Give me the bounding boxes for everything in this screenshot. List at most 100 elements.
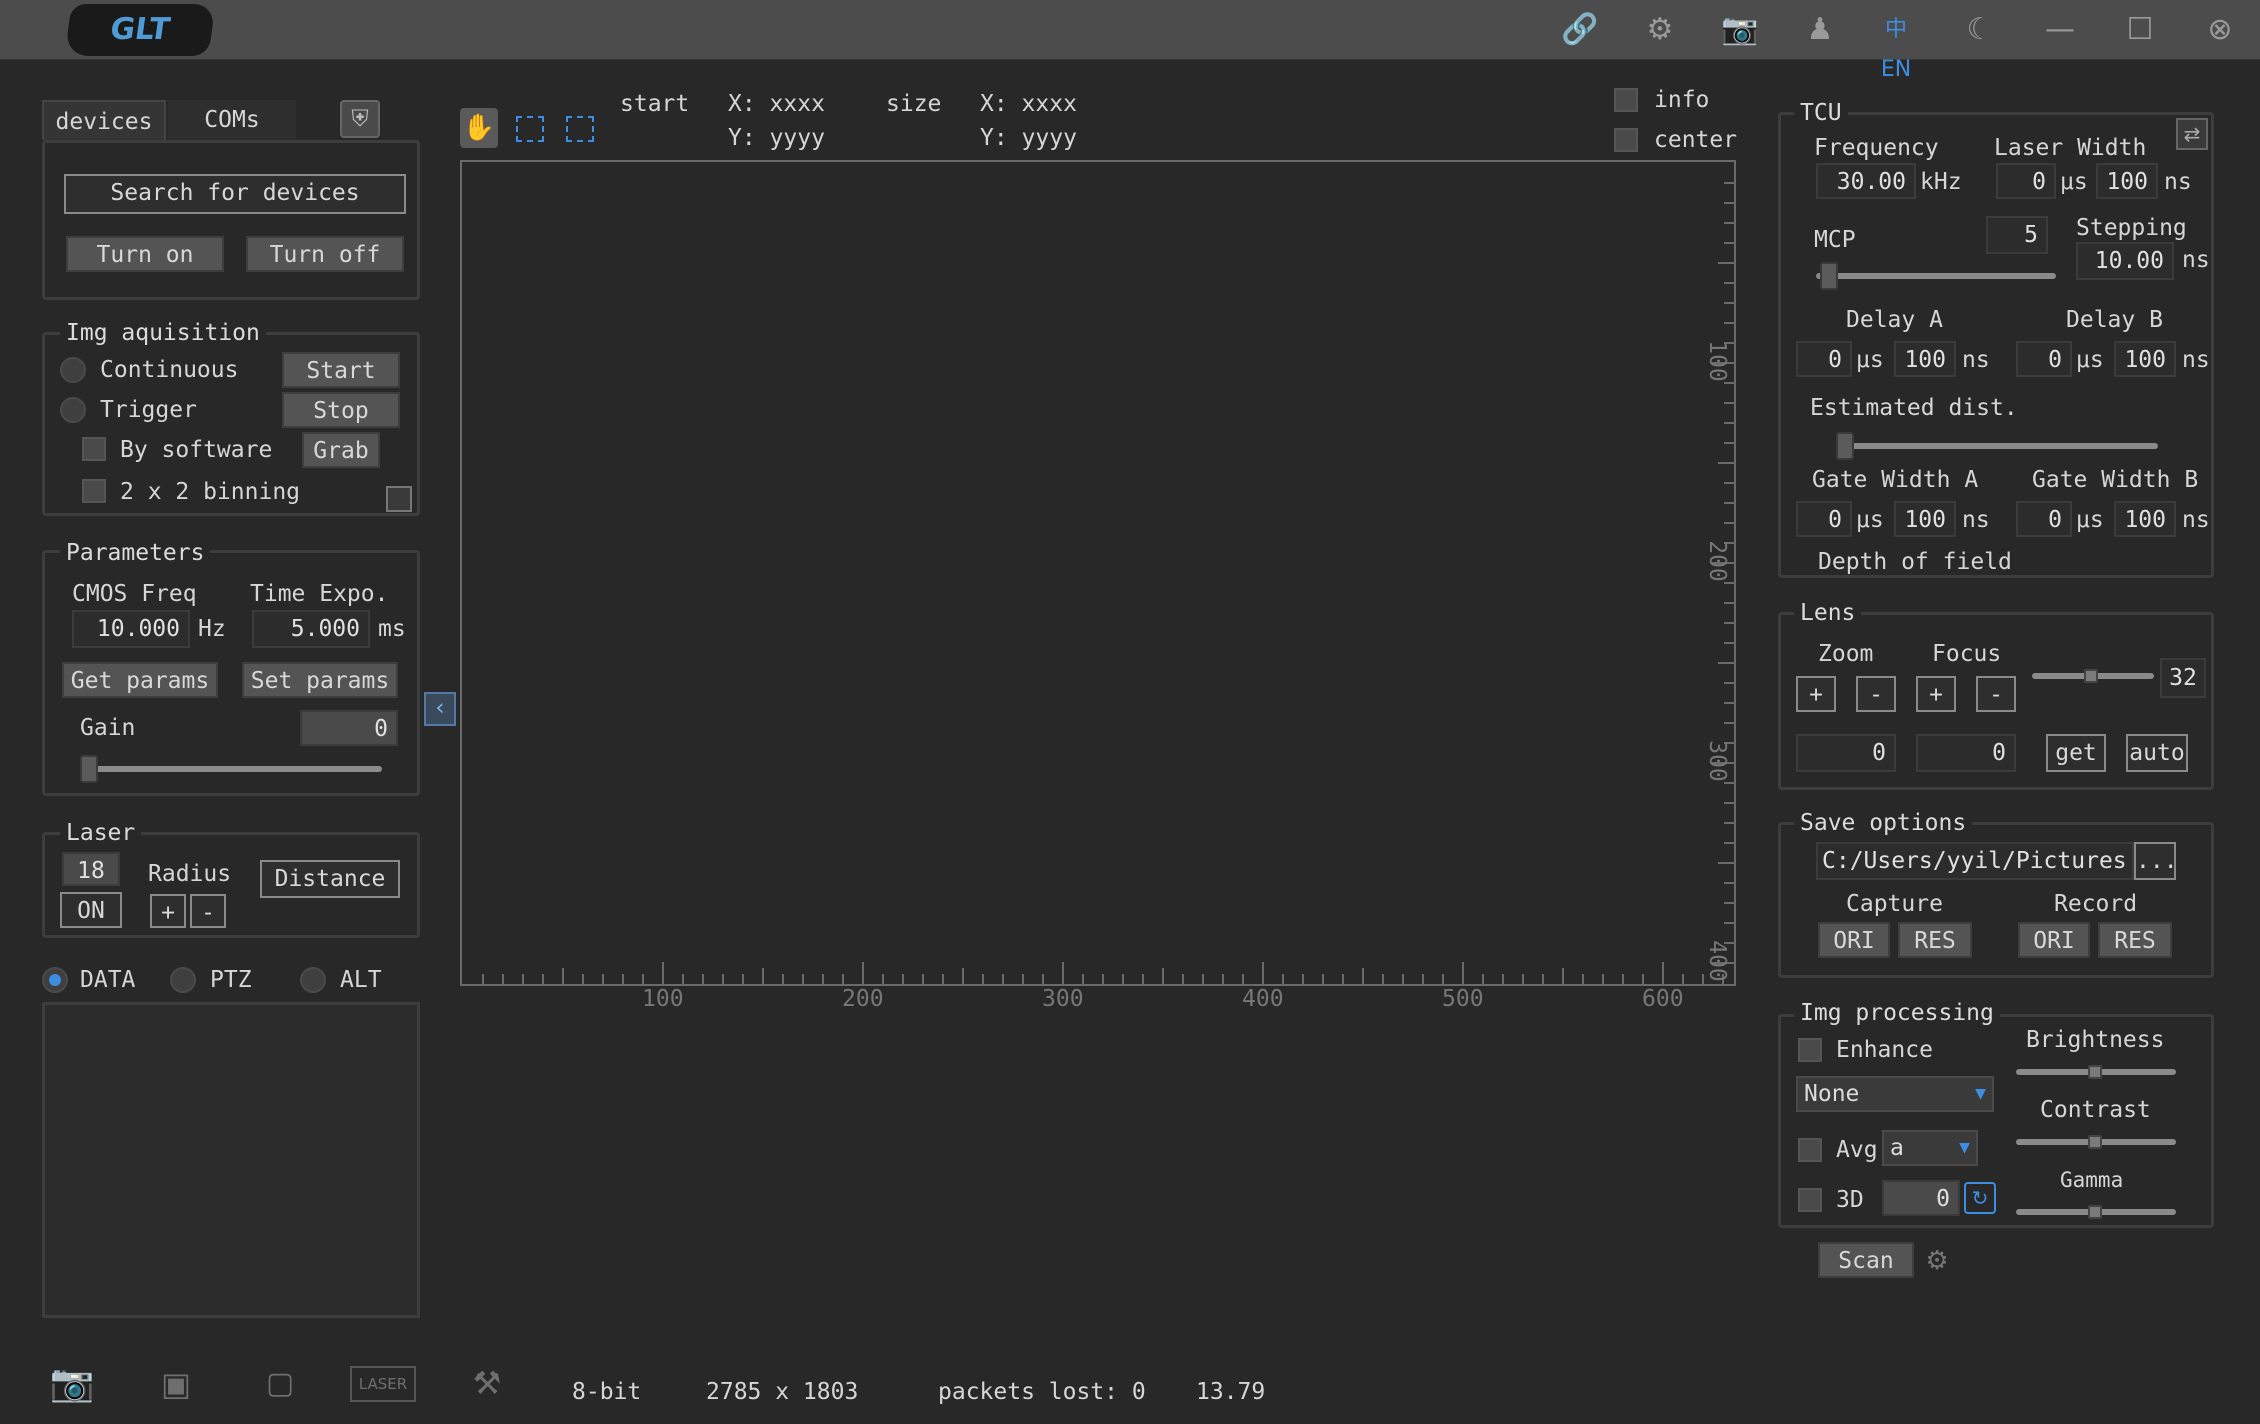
alt-radio[interactable] bbox=[300, 967, 326, 993]
lens-get-button[interactable]: get bbox=[2046, 734, 2106, 772]
search-devices-button[interactable]: Search for devices bbox=[64, 174, 406, 214]
capture-res-button[interactable]: RES bbox=[1898, 922, 1972, 958]
brightness-slider-handle[interactable] bbox=[2088, 1065, 2102, 1079]
distance-button[interactable]: Distance bbox=[260, 860, 400, 898]
center-checkbox[interactable] bbox=[1614, 128, 1638, 152]
maximize-icon[interactable]: ☐ bbox=[2120, 10, 2160, 50]
language-icon[interactable]: 中EN bbox=[1876, 10, 1916, 82]
gate-a-us-field[interactable]: 0 bbox=[1796, 501, 1852, 537]
delay-a-us-field[interactable]: 0 bbox=[1796, 341, 1852, 377]
stop-button[interactable]: Stop bbox=[282, 392, 400, 428]
zoom-value-field[interactable]: 0 bbox=[1796, 734, 1896, 772]
shield-icon[interactable]: ⛨ bbox=[340, 100, 380, 138]
est-dist-slider-track[interactable] bbox=[1840, 443, 2158, 449]
avg-select[interactable]: a ▼ bbox=[1882, 1130, 1978, 1166]
data-radio[interactable] bbox=[42, 967, 68, 993]
lens-auto-button[interactable]: auto bbox=[2126, 734, 2188, 772]
est-dist-slider-handle[interactable] bbox=[1836, 432, 1854, 460]
scan-button[interactable]: Scan bbox=[1818, 1242, 1914, 1278]
radius-minus-button[interactable]: - bbox=[190, 894, 226, 928]
avg-checkbox[interactable] bbox=[1798, 1138, 1822, 1162]
gate-b-us-field[interactable]: 0 bbox=[2016, 501, 2072, 537]
gate-b-ns-unit: ns bbox=[2182, 507, 2210, 533]
gear-icon[interactable]: ⚙ bbox=[1640, 10, 1680, 50]
lens-speed-slider-handle[interactable] bbox=[2084, 669, 2098, 683]
sensor-icon[interactable]: ▣ bbox=[144, 1362, 208, 1406]
three-d-checkbox[interactable] bbox=[1798, 1188, 1822, 1212]
y-axis-tick bbox=[1718, 262, 1734, 264]
tab-coms[interactable]: COMs bbox=[168, 100, 296, 140]
continuous-radio[interactable] bbox=[60, 357, 86, 383]
get-params-button[interactable]: Get params bbox=[62, 662, 218, 698]
browse-button[interactable]: ... bbox=[2134, 842, 2178, 880]
gain-field[interactable]: 0 bbox=[300, 710, 398, 746]
mcp-slider-handle[interactable] bbox=[1820, 262, 1838, 290]
laser-width-ns-field[interactable]: 100 bbox=[2096, 163, 2158, 199]
contrast-slider-handle[interactable] bbox=[2088, 1135, 2102, 1149]
ptz-radio[interactable] bbox=[170, 967, 196, 993]
hand-tool-icon[interactable]: ✋ bbox=[460, 108, 498, 148]
gate-b-ns-field[interactable]: 100 bbox=[2114, 501, 2176, 537]
gamma-slider-handle[interactable] bbox=[2088, 1205, 2102, 1219]
zoom-plus-button[interactable]: + bbox=[1796, 676, 1836, 712]
focus-value-field[interactable]: 0 bbox=[1916, 734, 2016, 772]
scan-settings-gear-icon[interactable]: ⚙ bbox=[1922, 1246, 1952, 1276]
save-path-field[interactable]: C:/Users/yyil/Pictures bbox=[1816, 842, 2134, 880]
info-checkbox[interactable] bbox=[1614, 88, 1638, 112]
zoom-minus-button[interactable]: - bbox=[1856, 676, 1896, 712]
focus-minus-button[interactable]: - bbox=[1976, 676, 2016, 712]
enhance-select[interactable]: None ▼ bbox=[1796, 1076, 1994, 1112]
three-d-field[interactable]: 0 bbox=[1882, 1180, 1960, 1216]
radius-plus-button[interactable]: + bbox=[150, 894, 186, 928]
delay-b-us-field[interactable]: 0 bbox=[2016, 341, 2072, 377]
moon-icon[interactable]: ☾ bbox=[1960, 10, 2000, 50]
roi-tool-icon[interactable] bbox=[566, 116, 594, 142]
by-software-checkbox[interactable] bbox=[82, 437, 106, 461]
cmos-freq-field[interactable]: 10.000 bbox=[72, 610, 190, 648]
link-icon[interactable]: 🔗 bbox=[1560, 10, 1600, 50]
tab-devices[interactable]: devices bbox=[42, 100, 166, 140]
turn-off-button[interactable]: Turn off bbox=[246, 236, 404, 272]
gain-slider-track[interactable] bbox=[82, 766, 382, 772]
data-display-area[interactable] bbox=[42, 1002, 420, 1318]
gate-a-ns-field[interactable]: 100 bbox=[1894, 501, 1956, 537]
mcp-slider-track[interactable] bbox=[1816, 273, 2056, 279]
start-button[interactable]: Start bbox=[282, 352, 400, 388]
camera-icon[interactable]: 📷 bbox=[1720, 10, 1760, 50]
select-tool-icon[interactable] bbox=[516, 116, 544, 142]
ptz-camera-icon[interactable]: ⚒ bbox=[460, 1360, 514, 1406]
laser-width-us-field[interactable]: 0 bbox=[1996, 163, 2056, 199]
collapse-panel-icon[interactable]: ‹ bbox=[424, 692, 456, 726]
binning-checkbox[interactable] bbox=[82, 479, 106, 503]
mcp-field[interactable]: 5 bbox=[1986, 216, 2048, 254]
enhance-checkbox[interactable] bbox=[1798, 1038, 1822, 1062]
record-res-button[interactable]: RES bbox=[2098, 922, 2172, 958]
image-view[interactable]: 100 200 300 400 500 600 100 200 300 400 bbox=[460, 160, 1736, 1012]
trigger-radio[interactable] bbox=[60, 397, 86, 423]
lens-speed-field[interactable]: 32 bbox=[2160, 658, 2206, 698]
laser-on-button[interactable]: ON bbox=[60, 892, 122, 928]
delay-b-ns-field[interactable]: 100 bbox=[2114, 341, 2176, 377]
laser-icon[interactable]: LASER bbox=[350, 1366, 416, 1402]
minimize-icon[interactable]: — bbox=[2040, 10, 2080, 50]
capture-ori-button[interactable]: ORI bbox=[1818, 922, 1890, 958]
record-ori-button[interactable]: ORI bbox=[2018, 922, 2090, 958]
app-logo: GLT bbox=[64, 4, 216, 56]
delay-a-ns-field[interactable]: 100 bbox=[1894, 341, 1956, 377]
grab-button[interactable]: Grab bbox=[302, 432, 380, 468]
lens-icon[interactable]: ▢ bbox=[248, 1362, 312, 1406]
set-params-button[interactable]: Set params bbox=[242, 662, 398, 698]
focus-plus-button[interactable]: + bbox=[1916, 676, 1956, 712]
stepping-field[interactable]: 10.00 bbox=[2076, 242, 2174, 280]
refresh-icon[interactable]: ↻ bbox=[1964, 1182, 1996, 1214]
frequency-field[interactable]: 30.00 bbox=[1816, 163, 1916, 199]
swap-icon[interactable]: ⇄ bbox=[2176, 118, 2208, 150]
fullscreen-icon[interactable] bbox=[386, 486, 412, 512]
capture-camera-icon[interactable]: 📷 bbox=[42, 1362, 102, 1406]
laser-value-field[interactable]: 18 bbox=[62, 852, 120, 886]
user-icon[interactable]: ♟ bbox=[1800, 10, 1840, 50]
close-icon[interactable]: ⊗ bbox=[2200, 10, 2240, 50]
turn-on-button[interactable]: Turn on bbox=[66, 236, 224, 272]
gain-slider-handle[interactable] bbox=[80, 755, 98, 783]
time-expo-field[interactable]: 5.000 bbox=[252, 610, 370, 648]
